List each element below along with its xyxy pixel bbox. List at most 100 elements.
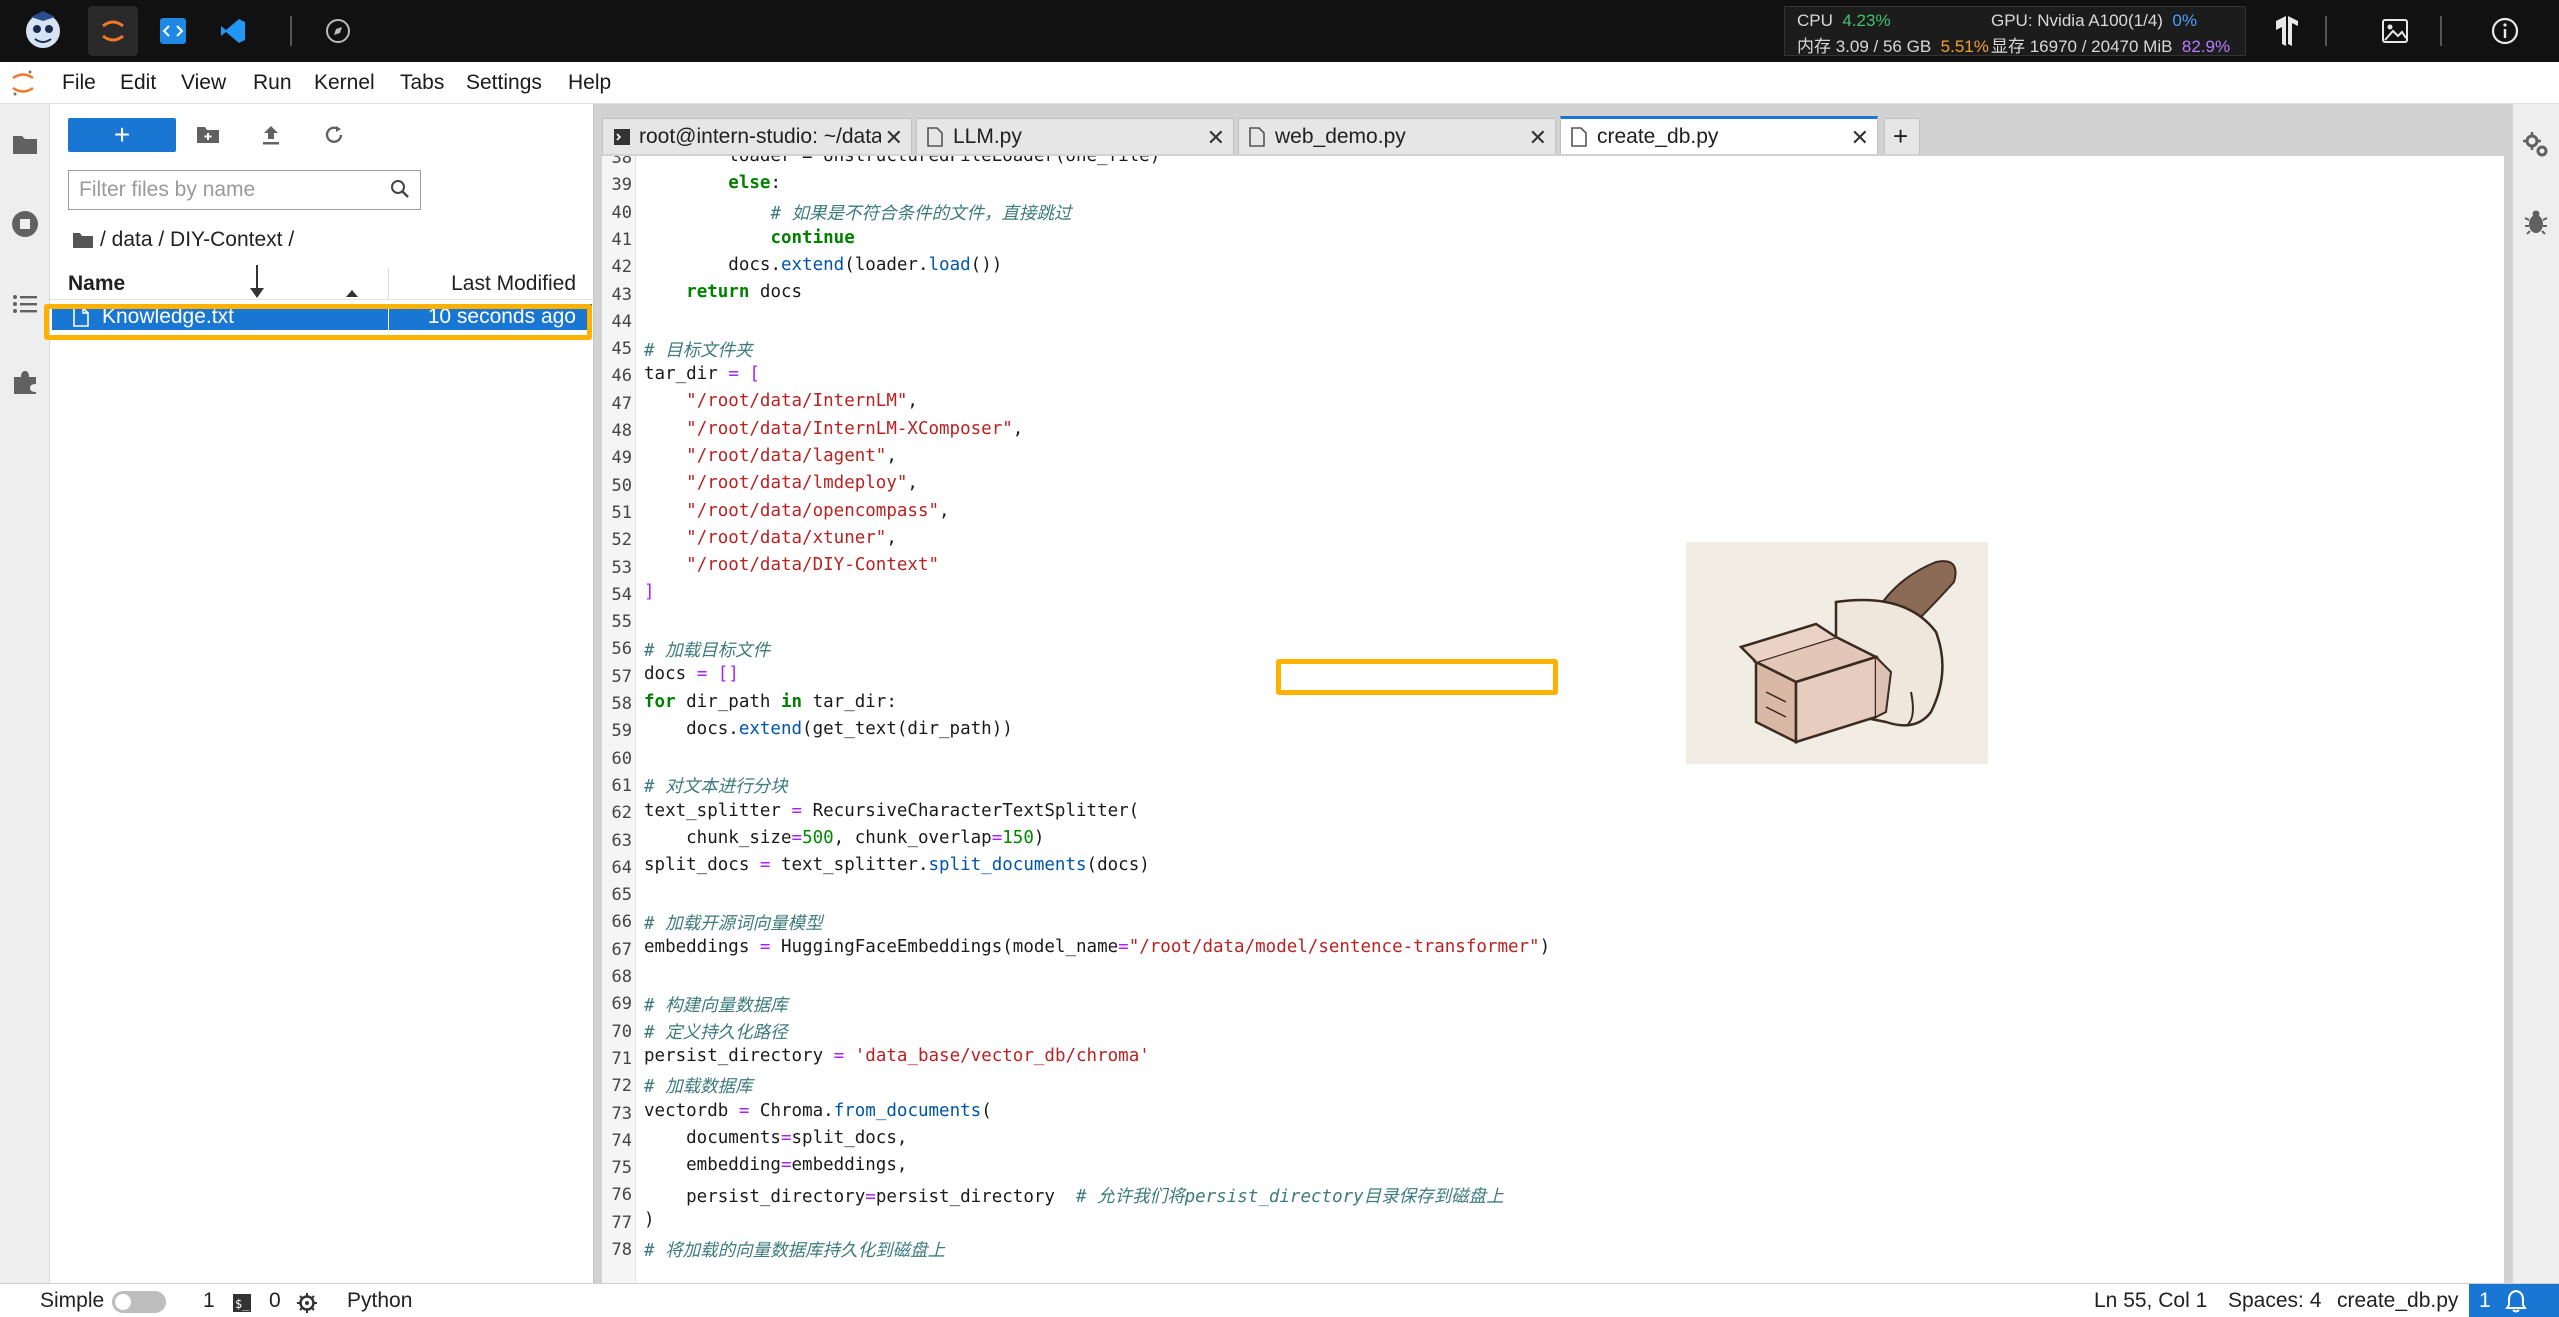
menu-tabs[interactable]: Tabs	[400, 71, 444, 95]
refresh-icon[interactable]	[319, 120, 349, 150]
filter-files-input[interactable]	[79, 178, 369, 202]
breadcrumb-path[interactable]: / data / DIY-Context /	[100, 228, 294, 252]
close-icon[interactable]: ✕	[880, 125, 903, 151]
vscode-icon[interactable]	[208, 6, 258, 56]
code-line: # 目标文件夹	[644, 337, 753, 362]
string: "/root/data/lmdeploy"	[686, 473, 908, 493]
code-line: "/root/data/opencompass",	[686, 501, 950, 521]
menu-edit[interactable]: Edit	[120, 71, 156, 95]
extensions-icon[interactable]	[5, 362, 45, 402]
upload-icon[interactable]	[256, 120, 286, 150]
code-line: # 加载目标文件	[644, 637, 770, 662]
line-number: 76	[611, 1185, 632, 1206]
code-token: load	[928, 255, 971, 275]
path-annotation-box	[1276, 659, 1558, 695]
line-number: 46	[611, 366, 632, 387]
code-line: "/root/data/InternLM",	[686, 391, 918, 411]
indent-spaces[interactable]: Spaces: 4	[2228, 1289, 2321, 1313]
kernel-gear-icon	[296, 1292, 318, 1317]
column-modified-header[interactable]: Last Modified	[451, 272, 576, 296]
code-line: # 如果是不符合条件的文件，直接跳过	[644, 200, 1071, 225]
code-token: split_documents	[928, 855, 1087, 875]
tensorflow-icon[interactable]	[2262, 6, 2312, 56]
image-icon[interactable]	[2370, 6, 2420, 56]
code-token: tar_dir	[644, 364, 718, 384]
line-number: 49	[611, 448, 632, 469]
kernel-count[interactable]: 1	[203, 1289, 215, 1313]
menu-help[interactable]: Help	[568, 71, 611, 95]
new-folder-icon[interactable]	[193, 120, 223, 150]
file-row-annotation-box	[44, 304, 592, 340]
add-tab-button[interactable]: +	[1884, 118, 1920, 154]
line-number: 40	[611, 202, 632, 223]
string: "/root/data/xtuner"	[686, 528, 887, 548]
comment: # 定义持久化路径	[644, 1023, 788, 1043]
string: "/root/data/DIY-Context"	[686, 555, 940, 575]
line-number: 57	[611, 666, 632, 687]
column-name-header[interactable]: Name	[68, 272, 125, 296]
code-line: "/root/data/xtuner",	[686, 528, 897, 548]
running-kernels-icon[interactable]	[5, 204, 45, 244]
line-number: 69	[611, 994, 632, 1015]
line-number: 45	[611, 339, 632, 360]
line-number: 64	[611, 857, 632, 878]
close-icon[interactable]: ✕	[1207, 125, 1225, 151]
table-of-contents-icon[interactable]	[5, 284, 45, 324]
terminal-count[interactable]: 0	[269, 1289, 281, 1313]
code-line: # 对文本进行分块	[644, 773, 788, 798]
code-line: chunk_size=500, chunk_overlap=150)	[644, 828, 1045, 848]
code-line: return docs	[644, 282, 802, 302]
code-token: tar_dir:	[802, 692, 897, 712]
file-icon	[1571, 126, 1587, 147]
folder-home-icon[interactable]	[72, 231, 94, 249]
code-server-icon[interactable]	[148, 6, 198, 56]
code-line: # 将加载的向量数据库持久化到磁盘上	[644, 1237, 945, 1262]
property-inspector-icon[interactable]	[2521, 130, 2551, 165]
jupyter-logo-icon	[10, 68, 36, 103]
code-line: "/root/data/DIY-Context"	[644, 555, 939, 575]
tab-llm-py[interactable]: LLM.py ✕	[916, 118, 1234, 154]
filter-files-field[interactable]	[68, 170, 421, 210]
line-number: 70	[611, 1021, 632, 1042]
menu-file[interactable]: File	[62, 71, 96, 95]
sort-up-icon[interactable]	[345, 280, 359, 304]
new-launcher-button[interactable]: +	[68, 118, 176, 152]
close-icon[interactable]: ✕	[1529, 125, 1547, 151]
menu-run[interactable]: Run	[253, 71, 292, 95]
info-icon[interactable]	[2480, 6, 2530, 56]
jupyter-icon[interactable]	[88, 6, 138, 56]
menu-kernel[interactable]: Kernel	[314, 71, 375, 95]
menu-view[interactable]: View	[181, 71, 226, 95]
code-line: docs.extend(get_text(dir_path))	[644, 719, 1013, 739]
line-number: 50	[611, 475, 632, 496]
code-token: extend	[781, 255, 845, 275]
tab-terminal[interactable]: root@intern-studio: ~/data ✕	[602, 118, 912, 154]
file-icon	[1249, 126, 1265, 147]
compass-icon[interactable]	[313, 6, 363, 56]
kernel-name[interactable]: Python	[347, 1289, 412, 1313]
line-number: 52	[611, 530, 632, 551]
folder-icon[interactable]	[5, 124, 45, 164]
simple-mode-toggle[interactable]	[112, 1291, 166, 1313]
code-line: embeddings = HuggingFaceEmbeddings(model…	[644, 937, 1551, 957]
tab-web-demo-py[interactable]: web_demo.py ✕	[1238, 118, 1556, 154]
line-number: 55	[611, 612, 632, 633]
tab-create-db-py[interactable]: create_db.py ✕	[1560, 116, 1878, 154]
tab-bar: root@intern-studio: ~/data ✕ LLM.py ✕ we…	[594, 112, 2512, 154]
comment: # 将加载的向量数据库持久化到磁盘上	[644, 1241, 946, 1261]
intern-logo-icon[interactable]	[18, 6, 68, 56]
debugger-icon[interactable]	[2523, 208, 2549, 241]
left-sidebar-tabs	[0, 104, 50, 1283]
cursor-position[interactable]: Ln 55, Col 1	[2094, 1289, 2207, 1313]
file-browser-panel: + / data / DIY-Context / Name Last Modif…	[50, 104, 594, 1283]
menu-settings[interactable]: Settings	[466, 71, 542, 95]
close-icon[interactable]: ✕	[1851, 125, 1869, 151]
code-editor[interactable]: loader = UnstructuredFileLoader(one_file…	[602, 156, 2504, 1283]
code-line: # 定义持久化路径	[644, 1019, 788, 1044]
code-token: split_docs,	[791, 1128, 908, 1148]
code-token: extend	[738, 719, 803, 739]
code-line: tar_dir = [	[644, 364, 760, 384]
keyword: else	[728, 173, 771, 193]
line-number: 48	[611, 421, 632, 441]
notifications-button[interactable]: 1	[2469, 1284, 2559, 1317]
